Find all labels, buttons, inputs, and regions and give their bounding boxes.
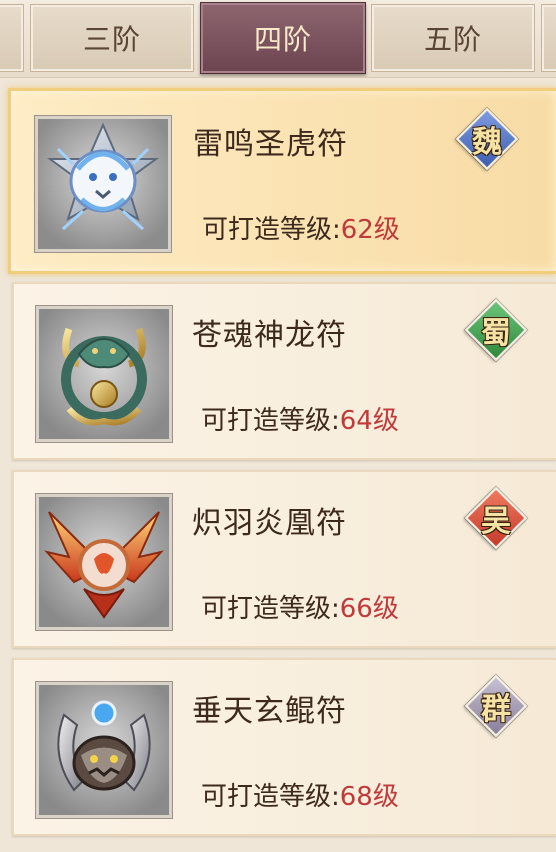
- craftable-level: 可打造等级:68级: [201, 776, 399, 813]
- talisman-name: 垂天玄鲲符: [192, 694, 347, 729]
- craftable-level-value: 64级: [339, 406, 399, 436]
- craftable-level-value: 66级: [339, 594, 399, 624]
- craftable-level: 可打造等级:66级: [201, 588, 399, 625]
- craftable-level-label: 可打造等级:: [201, 406, 340, 436]
- tab-next-partial[interactable]: [541, 4, 556, 72]
- tab-tier-5[interactable]: 五阶: [371, 4, 535, 72]
- vermilion-phoenix-emblem-icon: [36, 494, 172, 630]
- tab-tier-3[interactable]: 三阶: [30, 4, 194, 72]
- talisman-name: 雷鸣圣虎符: [193, 127, 348, 162]
- list-item-talisman-selected[interactable]: 雷鸣圣虎符 可打造等级:62级 魏: [8, 88, 556, 274]
- faction-badge-wu: 吴: [464, 486, 528, 550]
- tab-previous-partial[interactable]: [0, 4, 24, 72]
- talisman-name: 炽羽炎凰符: [192, 506, 347, 541]
- faction-glyph: 蜀: [481, 316, 511, 351]
- faction-badge-qun: 群: [464, 674, 528, 738]
- tier-tab-bar: 三阶 四阶 五阶: [0, 0, 556, 78]
- faction-glyph: 吴: [481, 504, 511, 539]
- list-item-talisman[interactable]: 苍魂神龙符 可打造等级:64级 蜀: [12, 282, 556, 460]
- craftable-level: 可打造等级:64级: [201, 400, 399, 437]
- faction-glyph: 群: [481, 692, 511, 727]
- craftable-level-label: 可打造等级:: [202, 215, 341, 245]
- craftable-level-label: 可打造等级:: [201, 782, 340, 812]
- talisman-name: 苍魂神龙符: [192, 318, 347, 353]
- azure-dragon-emblem-icon: [36, 306, 172, 442]
- tab-tier-4-active[interactable]: 四阶: [200, 2, 366, 74]
- craftable-level-value: 68级: [339, 782, 399, 812]
- black-kun-emblem-icon: [36, 682, 172, 818]
- craftable-level-label: 可打造等级:: [201, 594, 340, 624]
- list-item-talisman[interactable]: 垂天玄鲲符 可打造等级:68级 群: [12, 658, 556, 836]
- faction-glyph: 魏: [472, 125, 502, 160]
- talisman-list: 雷鸣圣虎符 可打造等级:62级 魏 苍魂神龙符 可打造等级:64级 蜀 炽羽炎凰…: [0, 82, 556, 852]
- white-tiger-emblem-icon: [35, 116, 171, 252]
- craftable-level: 可打造等级:62级: [202, 209, 400, 246]
- faction-badge-shu: 蜀: [464, 298, 528, 362]
- faction-badge-wei: 魏: [455, 107, 519, 171]
- craftable-level-value: 62级: [340, 215, 400, 245]
- list-item-talisman[interactable]: 炽羽炎凰符 可打造等级:66级 吴: [12, 470, 556, 648]
